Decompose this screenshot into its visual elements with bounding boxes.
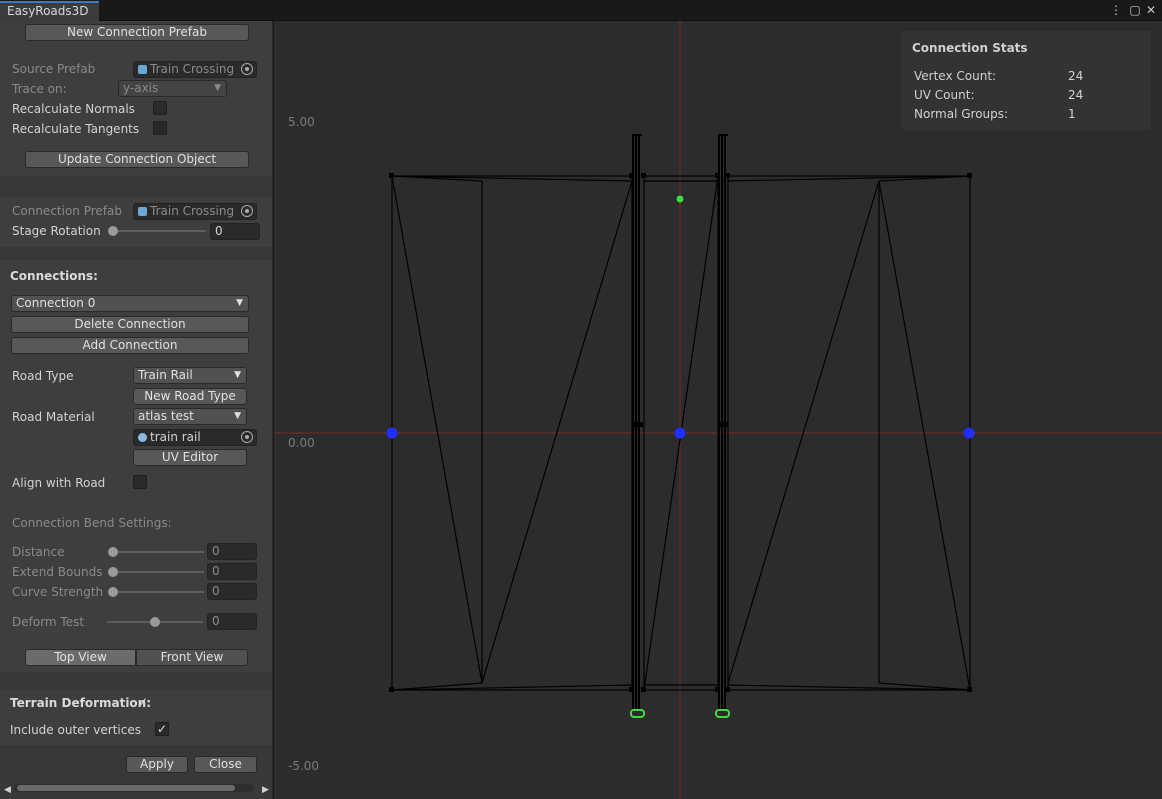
bend-settings-heading: Connection Bend Settings:	[12, 516, 172, 530]
material-object-field[interactable]: train rail	[133, 429, 257, 446]
extend-bounds-label: Extend Bounds	[12, 565, 103, 579]
stage-rotation-input[interactable]: 0	[210, 223, 260, 240]
close-button[interactable]: Close	[194, 756, 257, 773]
curve-strength-knob[interactable]	[108, 587, 118, 597]
material-icon	[138, 433, 147, 442]
extend-bounds-knob[interactable]	[108, 567, 118, 577]
axis-label-top: 5.00	[288, 115, 315, 129]
chevron-down-icon: ▼	[234, 411, 241, 421]
road-material-label: Road Material	[12, 410, 95, 424]
extend-bounds-track[interactable]	[110, 571, 204, 573]
prefab-icon	[138, 207, 147, 216]
kebab-icon[interactable]: ⋮	[1108, 2, 1124, 18]
axis-label-bottom: -5.00	[288, 759, 319, 773]
outer-vertices-checkbox[interactable]: ✓	[155, 722, 169, 736]
connection-prefab-value: Train Crossing	[150, 204, 235, 218]
material-object-value: train rail	[150, 430, 201, 444]
new-road-type-button[interactable]: New Road Type	[133, 388, 247, 405]
curve-strength-input[interactable]: 0	[207, 583, 257, 600]
distance-track[interactable]	[110, 551, 204, 553]
stat-label: Normal Groups:	[914, 107, 1009, 121]
stage-rotation-label: Stage Rotation	[12, 224, 101, 238]
road-type-value: Train Rail	[138, 368, 193, 382]
source-prefab-value: Train Crossing	[150, 62, 235, 76]
road-material-value: atlas test	[138, 409, 194, 423]
distance-input[interactable]: 0	[207, 543, 257, 560]
stats-title: Connection Stats	[912, 41, 1028, 55]
align-with-road-label: Align with Road	[12, 476, 106, 490]
stat-label: Vertex Count:	[914, 69, 997, 83]
distance-label: Distance	[12, 545, 65, 559]
chevron-down-icon: ▼	[234, 370, 241, 380]
terrain-deformation-label: Terrain Deformation:	[10, 696, 152, 710]
handle-right[interactable]	[963, 427, 975, 439]
extend-bounds-input[interactable]: 0	[207, 563, 257, 580]
scroll-right-icon[interactable]: ▶	[262, 782, 269, 798]
curve-strength-track[interactable]	[110, 591, 204, 593]
stat-value: 24	[1068, 88, 1084, 102]
source-prefab-label: Source Prefab	[12, 62, 96, 76]
recalc-tangents-checkbox[interactable]	[153, 121, 167, 135]
scene-viewport[interactable]: 5.00 0.00 -5.00	[273, 21, 1162, 799]
deform-test-label: Deform Test	[12, 615, 85, 629]
close-icon[interactable]: ✕	[1143, 2, 1159, 18]
handle-green-left[interactable]	[630, 709, 645, 718]
deform-test-knob[interactable]	[150, 617, 160, 627]
connection-select[interactable]: Connection 0 ▼	[11, 295, 249, 312]
connection-prefab-label: Connection Prefab	[12, 204, 122, 218]
trace-on-dropdown[interactable]: y-axis ▼	[118, 80, 227, 97]
source-prefab-field[interactable]: Train Crossing	[133, 61, 257, 78]
apply-button[interactable]: Apply	[126, 756, 188, 773]
road-type-label: Road Type	[12, 369, 74, 383]
deform-test-input[interactable]: 0	[207, 613, 257, 630]
stat-label: UV Count:	[914, 88, 975, 102]
window-tab[interactable]: EasyRoads3D	[0, 1, 99, 21]
scroll-left-icon[interactable]: ◀	[4, 782, 11, 798]
recalc-normals-checkbox[interactable]	[153, 101, 167, 115]
stage-rotation-knob[interactable]	[108, 226, 118, 236]
object-picker-icon[interactable]	[241, 205, 253, 217]
stat-value: 1	[1068, 107, 1076, 121]
terrain-deformation-checkbox[interactable]: ✓	[136, 696, 150, 710]
connection-prefab-field[interactable]: Train Crossing	[133, 203, 257, 220]
stage-rotation-track[interactable]	[110, 230, 206, 232]
scrollbar-thumb[interactable]	[17, 785, 235, 791]
handle-center[interactable]	[674, 427, 686, 439]
update-connection-button[interactable]: Update Connection Object	[25, 151, 249, 168]
new-connection-prefab-button[interactable]: New Connection Prefab	[25, 24, 249, 41]
align-with-road-checkbox[interactable]	[133, 475, 147, 489]
add-connection-button[interactable]: Add Connection	[11, 337, 249, 354]
chevron-down-icon: ▼	[214, 83, 221, 93]
handle-green-top[interactable]	[676, 195, 684, 203]
object-picker-icon[interactable]	[241, 63, 253, 75]
distance-knob[interactable]	[108, 547, 118, 557]
road-material-dropdown[interactable]: atlas test ▼	[133, 408, 247, 425]
stat-value: 24	[1068, 69, 1084, 83]
maximize-icon[interactable]: ▢	[1127, 2, 1143, 18]
chevron-down-icon: ▼	[236, 298, 243, 308]
outer-vertices-label: Include outer vertices	[10, 723, 141, 737]
object-picker-icon[interactable]	[241, 431, 253, 443]
uv-editor-button[interactable]: UV Editor	[133, 449, 247, 466]
window-titlebar: EasyRoads3D ⋮ ▢ ✕	[0, 0, 1162, 21]
trace-on-label: Trace on:	[12, 82, 67, 96]
axis-label-middle: 0.00	[288, 436, 315, 450]
trace-on-value: y-axis	[123, 81, 159, 95]
handle-left[interactable]	[386, 427, 398, 439]
recalc-tangents-label: Recalculate Tangents	[12, 122, 140, 136]
connection-select-value: Connection 0	[16, 296, 96, 310]
road-type-dropdown[interactable]: Train Rail ▼	[133, 367, 247, 384]
curve-strength-label: Curve Strength	[12, 585, 104, 599]
top-view-button[interactable]: Top View	[25, 649, 136, 666]
front-view-button[interactable]: Front View	[136, 649, 248, 666]
delete-connection-button[interactable]: Delete Connection	[11, 316, 249, 333]
prefab-icon	[138, 65, 147, 74]
connections-heading: Connections:	[10, 269, 98, 283]
recalc-normals-label: Recalculate Normals	[12, 102, 135, 116]
wireframe-canvas[interactable]: 5.00 0.00 -5.00	[274, 21, 1162, 799]
